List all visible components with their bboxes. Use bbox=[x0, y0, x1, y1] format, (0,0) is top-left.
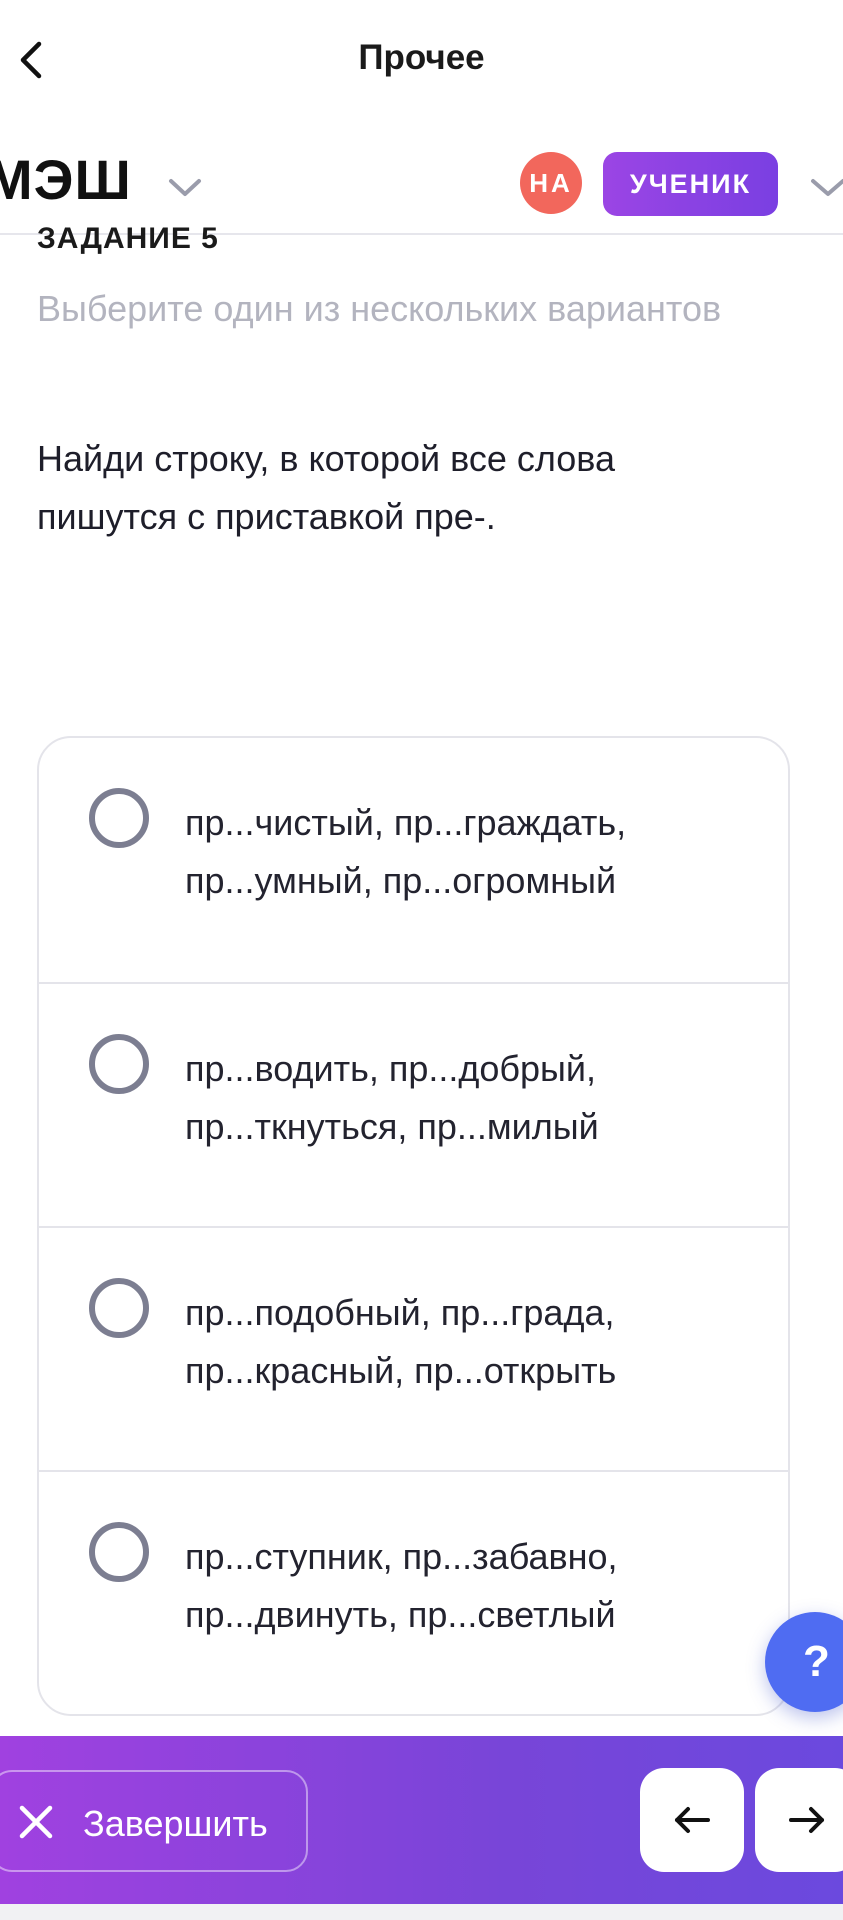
answer-option-4[interactable]: пр...ступник, пр...забавно, пр...двинуть… bbox=[39, 1470, 788, 1714]
next-task-button[interactable] bbox=[755, 1768, 843, 1872]
answer-option-text: пр...подобный, пр...града, пр...красный,… bbox=[185, 1292, 617, 1391]
finish-button[interactable]: Завершить bbox=[0, 1770, 308, 1872]
answer-option-text: пр...чистый, пр...граждать, пр...умный, … bbox=[185, 802, 627, 901]
previous-task-button[interactable] bbox=[640, 1768, 744, 1872]
answer-options-card: пр...чистый, пр...граждать, пр...умный, … bbox=[37, 736, 790, 1716]
close-icon bbox=[19, 1805, 53, 1839]
bottom-action-bar: Завершить bbox=[0, 1736, 843, 1904]
task-question: Найди строку, в которой все слова пишутс… bbox=[37, 438, 616, 537]
brand-logo: МЭШ bbox=[0, 148, 132, 211]
answer-option-text: пр...водить, пр...добрый, пр...ткнуться,… bbox=[185, 1048, 599, 1147]
radio-button[interactable] bbox=[89, 1034, 149, 1094]
radio-button[interactable] bbox=[89, 1522, 149, 1582]
radio-button[interactable] bbox=[89, 788, 149, 848]
arrow-left-icon bbox=[675, 1807, 710, 1833]
role-badge[interactable]: УЧЕНИК bbox=[603, 152, 778, 216]
chevron-down-icon[interactable] bbox=[808, 172, 843, 202]
answer-option-3[interactable]: пр...подобный, пр...града, пр...красный,… bbox=[39, 1226, 788, 1470]
finish-button-label: Завершить bbox=[83, 1803, 268, 1844]
chevron-down-icon[interactable] bbox=[166, 172, 204, 202]
radio-button[interactable] bbox=[89, 1278, 149, 1338]
app-header: МЭШ НА УЧЕНИК bbox=[0, 122, 843, 235]
task-label: ЗАДАНИЕ 5 bbox=[37, 222, 219, 255]
avatar[interactable]: НА bbox=[520, 152, 582, 214]
arrow-right-icon bbox=[789, 1807, 824, 1833]
answer-option-1[interactable]: пр...чистый, пр...граждать, пр...умный, … bbox=[39, 738, 788, 982]
page-title: Прочее bbox=[358, 38, 485, 77]
bottom-safe-area bbox=[0, 1904, 843, 1920]
answer-option-2[interactable]: пр...водить, пр...добрый, пр...ткнуться,… bbox=[39, 982, 788, 1226]
answer-option-text: пр...ступник, пр...забавно, пр...двинуть… bbox=[185, 1536, 618, 1635]
top-nav-bar: Прочее bbox=[0, 0, 843, 122]
task-instruction: Выберите один из нескольких вариантов bbox=[37, 288, 722, 329]
